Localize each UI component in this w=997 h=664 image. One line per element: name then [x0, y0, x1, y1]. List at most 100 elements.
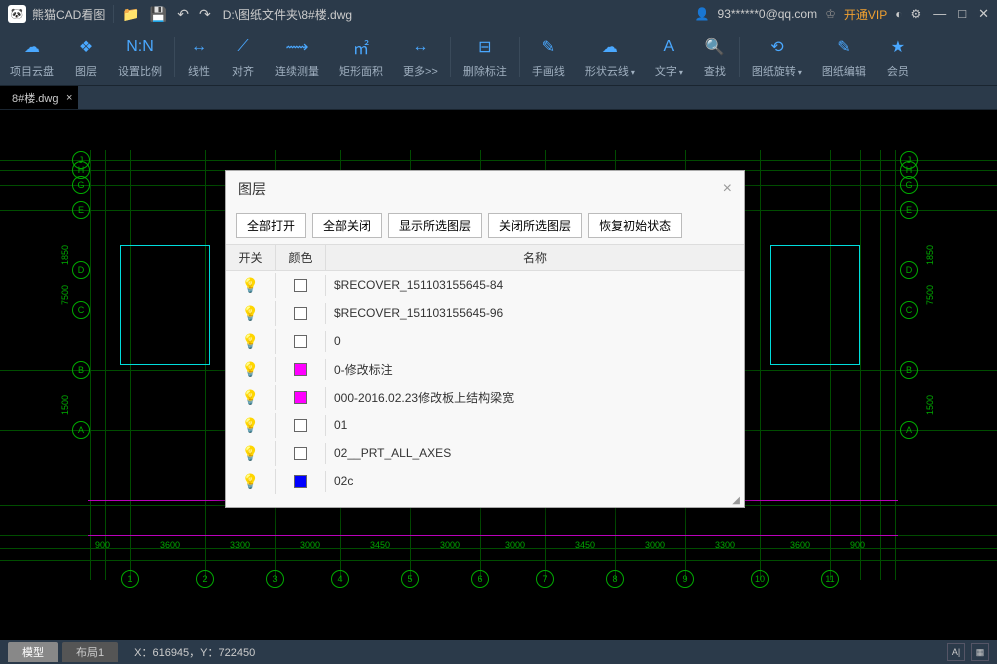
dimension-text: 1500 [925, 395, 935, 415]
dimension-text: 3300 [715, 540, 735, 550]
grid-label: E [72, 201, 90, 219]
bulb-icon[interactable]: 💡 [242, 445, 259, 462]
tool-find[interactable]: 🔍查找 [693, 28, 737, 85]
bulb-icon[interactable]: 💡 [242, 389, 259, 406]
user-icon[interactable]: 👤 [695, 7, 710, 21]
close-dialog-icon[interactable]: × [723, 180, 732, 198]
cloud-icon: ☁ [20, 35, 44, 59]
bulb-icon[interactable]: 💡 [242, 277, 259, 294]
crown-icon: ♔ [825, 7, 836, 21]
grid-label: 6 [471, 570, 489, 588]
tool-edit[interactable]: ✎图纸编辑 [812, 28, 876, 85]
layer-action-button[interactable]: 全部关闭 [312, 213, 382, 238]
main-toolbar: ☁项目云盘❖图层N:N设置比例↔线性⟋对齐⟿连续测量㎡矩形面积↔更多>>⊟删除标… [0, 28, 997, 86]
tool-rotate[interactable]: ⟲图纸旋转▾ [742, 28, 812, 85]
vip-button[interactable]: 开通VIP [844, 6, 887, 23]
tool-delete-dim[interactable]: ⊟删除标注 [453, 28, 517, 85]
tool-scale[interactable]: N:N设置比例 [108, 28, 172, 85]
tool-continuous[interactable]: ⟿连续测量 [265, 28, 329, 85]
rotate-icon: ⟲ [765, 35, 789, 59]
layer-action-button[interactable]: 显示所选图层 [388, 213, 482, 238]
tool-label: 对齐 [232, 63, 254, 79]
dimension-text: 3000 [505, 540, 525, 550]
layer-row[interactable]: 💡 000-2016.02.23修改板上结构梁宽 [226, 383, 744, 411]
dimension-text: 3600 [790, 540, 810, 550]
delete-dim-icon: ⊟ [473, 35, 497, 59]
document-tab[interactable]: 8#楼.dwg × [0, 86, 78, 109]
tool-more[interactable]: ↔更多>> [393, 28, 448, 85]
dimension-text: 3000 [300, 540, 320, 550]
color-swatch[interactable] [294, 391, 307, 404]
tool-label: 连续测量 [275, 63, 319, 79]
close-window-button[interactable]: ✕ [978, 6, 989, 22]
tool-align[interactable]: ⟋对齐 [221, 28, 265, 85]
grid-label: B [72, 361, 90, 379]
bulb-icon[interactable]: 💡 [242, 473, 259, 490]
color-swatch[interactable] [294, 307, 307, 320]
dropdown-arrow-icon: ▾ [798, 68, 802, 77]
dimension-text: 7500 [925, 285, 935, 305]
bulb-icon[interactable]: 💡 [242, 417, 259, 434]
tool-text[interactable]: A文字▾ [645, 28, 693, 85]
layer-name: 000-2016.02.23修改板上结构梁宽 [326, 385, 744, 410]
bulb-icon[interactable]: 💡 [242, 305, 259, 322]
tool-layers[interactable]: ❖图层 [64, 28, 108, 85]
layout-tab[interactable]: 模型 [8, 642, 58, 662]
header-color: 颜色 [276, 245, 326, 270]
layer-row[interactable]: 💡02c [226, 467, 744, 495]
tool-cloud-shape[interactable]: ☁形状云线▾ [575, 28, 645, 85]
tool-rect-area[interactable]: ㎡矩形面积 [329, 28, 393, 85]
tool-label: 更多>> [403, 63, 438, 79]
header-name: 名称 [326, 245, 744, 270]
coordinates-display: X：616945，Y：722450 [134, 644, 255, 660]
layer-action-button[interactable]: 关闭所选图层 [488, 213, 582, 238]
color-swatch[interactable] [294, 419, 307, 432]
layer-name: 0-修改标注 [326, 357, 744, 382]
color-swatch[interactable] [294, 335, 307, 348]
layer-dialog: 图层 × 全部打开全部关闭显示所选图层关闭所选图层恢复初始状态 开关 颜色 名称… [225, 170, 745, 508]
open-folder-icon[interactable]: 📁 [122, 6, 139, 23]
layer-row[interactable]: 💡$RECOVER_151103155645-96 [226, 299, 744, 327]
tool-cloud[interactable]: ☁项目云盘 [0, 28, 64, 85]
layer-row[interactable]: 💡01 [226, 411, 744, 439]
layer-action-button[interactable]: 全部打开 [236, 213, 306, 238]
tool-linear[interactable]: ↔线性 [177, 28, 221, 85]
dimension-text: 3600 [160, 540, 180, 550]
theme-icon[interactable]: ◐ [895, 7, 902, 21]
undo-icon[interactable]: ↶ [177, 6, 189, 23]
layer-row[interactable]: 💡02__PRT_ALL_AXES [226, 439, 744, 467]
tool-member[interactable]: ★会员 [876, 28, 920, 85]
grid-label: 5 [401, 570, 419, 588]
dimension-text: 1500 [60, 395, 70, 415]
layer-row[interactable]: 💡 0-修改标注 [226, 355, 744, 383]
layout-tab[interactable]: 布局1 [62, 642, 118, 662]
tool-freehand[interactable]: ✎手画线 [522, 28, 575, 85]
redo-icon[interactable]: ↷ [199, 6, 211, 23]
layer-row[interactable]: 💡$RECOVER_151103155645-84 [226, 271, 744, 299]
file-path: D:\图纸文件夹\8#楼.dwg [223, 6, 695, 23]
layer-action-button[interactable]: 恢复初始状态 [588, 213, 682, 238]
grid-label: D [900, 261, 918, 279]
color-swatch[interactable] [294, 279, 307, 292]
status-mode-a-icon[interactable]: A| [947, 643, 965, 661]
color-swatch[interactable] [294, 447, 307, 460]
settings-icon[interactable]: ⚙ [910, 7, 921, 21]
grid-label: 3 [266, 570, 284, 588]
grid-label: B [900, 361, 918, 379]
color-swatch[interactable] [294, 363, 307, 376]
minimize-button[interactable]: — [933, 6, 946, 22]
dimension-text: 3300 [230, 540, 250, 550]
app-name: 熊猫CAD看图 [32, 6, 105, 23]
bulb-icon[interactable]: 💡 [242, 361, 259, 378]
grid-label: 4 [331, 570, 349, 588]
bulb-icon[interactable]: 💡 [242, 333, 259, 350]
maximize-button[interactable]: □ [958, 6, 966, 22]
user-email[interactable]: 93******0@qq.com [718, 7, 818, 21]
status-mode-grid-icon[interactable]: ▦ [971, 643, 989, 661]
close-tab-icon[interactable]: × [66, 92, 72, 104]
resize-handle-icon[interactable]: ◢ [226, 495, 744, 507]
color-swatch[interactable] [294, 475, 307, 488]
grid-label: 8 [606, 570, 624, 588]
save-icon[interactable]: 💾 [150, 6, 167, 23]
layer-row[interactable]: 💡0 [226, 327, 744, 355]
